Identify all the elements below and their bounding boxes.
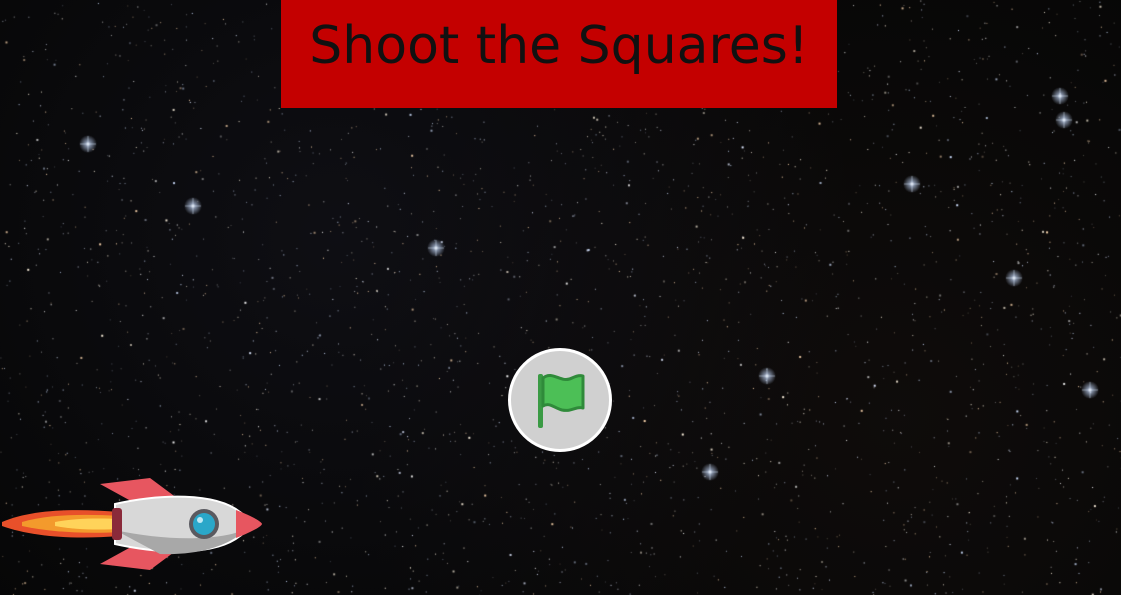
game-stage[interactable]: Shoot the Squares! <box>0 0 1121 595</box>
green-flag-icon <box>538 373 585 428</box>
title-banner: Shoot the Squares! <box>281 0 837 108</box>
rocket-icon <box>2 478 262 570</box>
start-button[interactable] <box>508 348 612 452</box>
game-title: Shoot the Squares! <box>309 16 809 76</box>
